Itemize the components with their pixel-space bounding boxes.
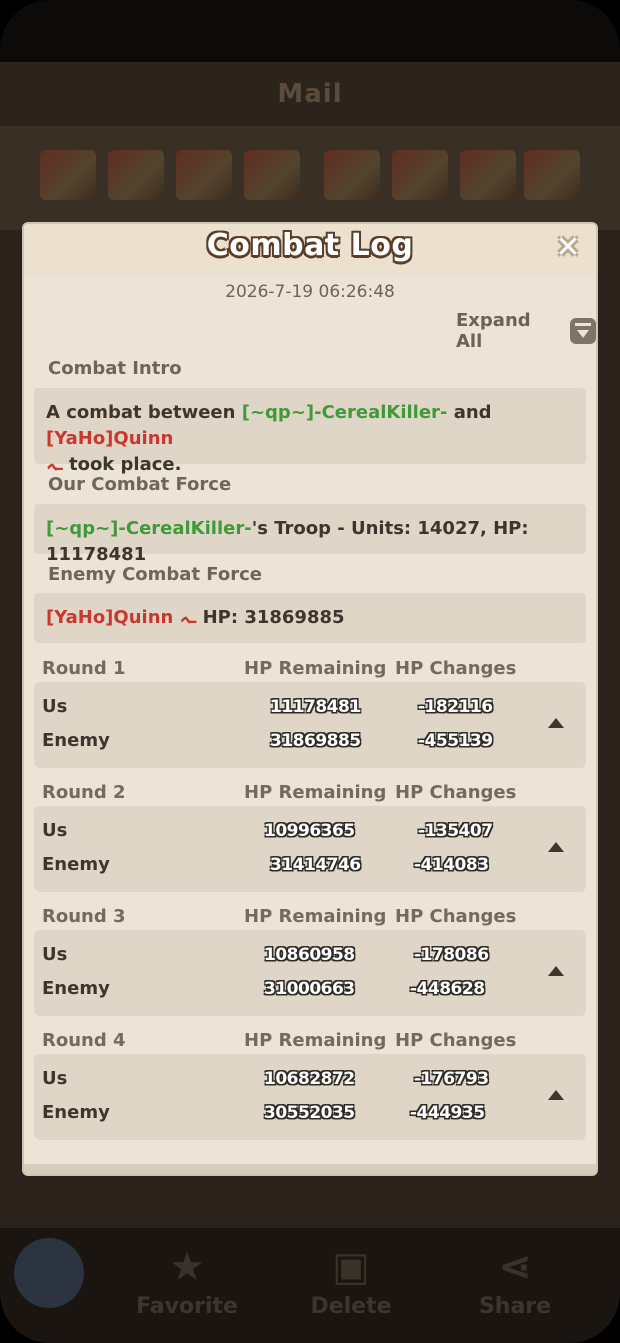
us-hp-remaining: 11178481 bbox=[270, 697, 361, 717]
intro-prefix: A combat between bbox=[46, 402, 242, 423]
enemy-force-detail: HP: 31869885 bbox=[202, 607, 345, 628]
our-force-text: [~qp~]-CerealKiller-'s Troop - Units: 14… bbox=[46, 516, 586, 568]
trash-icon: ▣ bbox=[332, 1244, 370, 1290]
expand-icon bbox=[570, 318, 596, 344]
hp-changes-header: HP Changes bbox=[395, 1030, 517, 1051]
phone-screen: Mail ★ Favorite ▣ Delete ⋖ Share Combat … bbox=[0, 0, 620, 1343]
expand-all-label: Expand All bbox=[456, 310, 531, 352]
us-hp-remaining: 10860958 bbox=[264, 945, 355, 965]
round-details[interactable]: Us Enemy 10860958 31000663 -178086 -4486… bbox=[34, 930, 586, 1016]
round-details[interactable]: Us Enemy 10996365 31414746 -135407 -4140… bbox=[34, 806, 586, 892]
hero-thumbnail bbox=[108, 150, 164, 200]
us-hp-change: -176793 bbox=[414, 1069, 489, 1089]
us-label: Us bbox=[42, 944, 68, 965]
dialog-bottom-edge bbox=[24, 1164, 596, 1174]
our-force-label: Our Combat Force bbox=[48, 474, 232, 495]
hero-thumbnail bbox=[176, 150, 232, 200]
status-bar bbox=[0, 0, 620, 62]
share-icon: ⋖ bbox=[498, 1244, 532, 1290]
our-force-box: [~qp~]-CerealKiller-'s Troop - Units: 14… bbox=[34, 504, 586, 565]
back-button[interactable] bbox=[14, 1238, 84, 1308]
expand-all-button[interactable]: Expand All bbox=[456, 310, 596, 352]
enemy-hp-remaining: 31869885 bbox=[270, 731, 361, 751]
close-button[interactable]: ✕ bbox=[552, 232, 584, 264]
intro-connector: and bbox=[447, 402, 492, 423]
combat-intro-text: A combat between [~qp~]-CerealKiller- an… bbox=[46, 400, 576, 478]
favorite-button[interactable]: ★ Favorite bbox=[132, 1240, 242, 1330]
enemy-hp-change: -448628 bbox=[410, 979, 485, 999]
enemy-force-label: Enemy Combat Force bbox=[48, 564, 262, 585]
round-title: Round 1 bbox=[42, 658, 126, 679]
us-label: Us bbox=[42, 1068, 68, 1089]
combat-intro-box: A combat between [~qp~]-CerealKiller- an… bbox=[34, 388, 586, 475]
enemy-force-box: [YaHo]Quinn ـہ HP: 31869885 bbox=[34, 593, 586, 643]
collapse-arrow-icon[interactable] bbox=[548, 842, 564, 852]
star-icon: ★ bbox=[169, 1244, 205, 1290]
close-icon: ✕ bbox=[555, 230, 581, 265]
enemy-force-name[interactable]: [YaHo]Quinn bbox=[46, 607, 173, 628]
combat-timestamp: 2026-7-19 06:26:48 bbox=[225, 282, 395, 302]
dialog-title: Combat Log bbox=[206, 228, 414, 263]
hp-remaining-header: HP Remaining bbox=[244, 782, 387, 803]
hero-thumbnail bbox=[460, 150, 516, 200]
intro-suffix: took place. bbox=[62, 454, 182, 475]
favorite-label: Favorite bbox=[136, 1294, 238, 1319]
hp-remaining-header: HP Remaining bbox=[244, 658, 387, 679]
enemy-force-text: [YaHo]Quinn ـہ HP: 31869885 bbox=[46, 605, 345, 631]
combat-log-dialog: Combat Log ✕ 2026-7-19 06:26:48 Expand A… bbox=[24, 224, 596, 1174]
hp-remaining-header: HP Remaining bbox=[244, 1030, 387, 1051]
delete-label: Delete bbox=[310, 1294, 392, 1319]
round-title: Round 4 bbox=[42, 1030, 126, 1051]
our-force-name[interactable]: [~qp~]-CerealKiller- bbox=[46, 518, 252, 539]
us-label: Us bbox=[42, 696, 68, 717]
us-label: Us bbox=[42, 820, 68, 841]
hp-changes-header: HP Changes bbox=[395, 782, 517, 803]
enemy-hp-remaining: 31414746 bbox=[270, 855, 361, 875]
enemy-hp-remaining: 30552035 bbox=[264, 1103, 355, 1123]
round-title: Round 3 bbox=[42, 906, 126, 927]
combat-intro-label: Combat Intro bbox=[48, 358, 182, 379]
enemy-hp-change: -414083 bbox=[414, 855, 489, 875]
us-hp-remaining: 10682872 bbox=[264, 1069, 355, 1089]
hero-thumbnail bbox=[524, 150, 580, 200]
share-label: Share bbox=[478, 1294, 552, 1319]
round-details[interactable]: Us Enemy 10682872 30552035 -176793 -4449… bbox=[34, 1054, 586, 1140]
hp-remaining-header: HP Remaining bbox=[244, 906, 387, 927]
collapse-arrow-icon[interactable] bbox=[548, 966, 564, 976]
enemy-hp-remaining: 31000663 bbox=[264, 979, 355, 999]
hp-changes-header: HP Changes bbox=[395, 658, 517, 679]
round-details[interactable]: Us Enemy 11178481 31869885 -182116 -4551… bbox=[34, 682, 586, 768]
attacker-name[interactable]: [~qp~]-CerealKiller- bbox=[242, 402, 448, 423]
collapse-arrow-icon[interactable] bbox=[548, 1090, 564, 1100]
delete-button[interactable]: ▣ Delete bbox=[296, 1240, 406, 1330]
hp-changes-header: HP Changes bbox=[395, 906, 517, 927]
hero-thumbnail bbox=[244, 150, 300, 200]
enemy-label: Enemy bbox=[42, 978, 110, 999]
us-hp-change: -135407 bbox=[418, 821, 493, 841]
hero-thumbnail bbox=[324, 150, 380, 200]
background-header-title: Mail bbox=[277, 79, 343, 109]
hero-thumbnail bbox=[392, 150, 448, 200]
enemy-hp-change: -444935 bbox=[410, 1103, 485, 1123]
enemy-label: Enemy bbox=[42, 1102, 110, 1123]
enemy-label: Enemy bbox=[42, 854, 110, 875]
us-hp-change: -182116 bbox=[418, 697, 493, 717]
enemy-label: Enemy bbox=[42, 730, 110, 751]
us-hp-change: -178086 bbox=[414, 945, 489, 965]
round-title: Round 2 bbox=[42, 782, 126, 803]
enemy-hp-change: -455139 bbox=[418, 731, 493, 751]
collapse-arrow-icon[interactable] bbox=[548, 718, 564, 728]
share-button[interactable]: ⋖ Share bbox=[460, 1240, 570, 1330]
defender-name[interactable]: [YaHo]Quinn bbox=[46, 428, 173, 449]
enemy-mark: ـہ bbox=[179, 607, 197, 628]
defender-mark: ـہ bbox=[46, 454, 63, 475]
hero-thumbnail bbox=[40, 150, 96, 200]
us-hp-remaining: 10996365 bbox=[264, 821, 355, 841]
